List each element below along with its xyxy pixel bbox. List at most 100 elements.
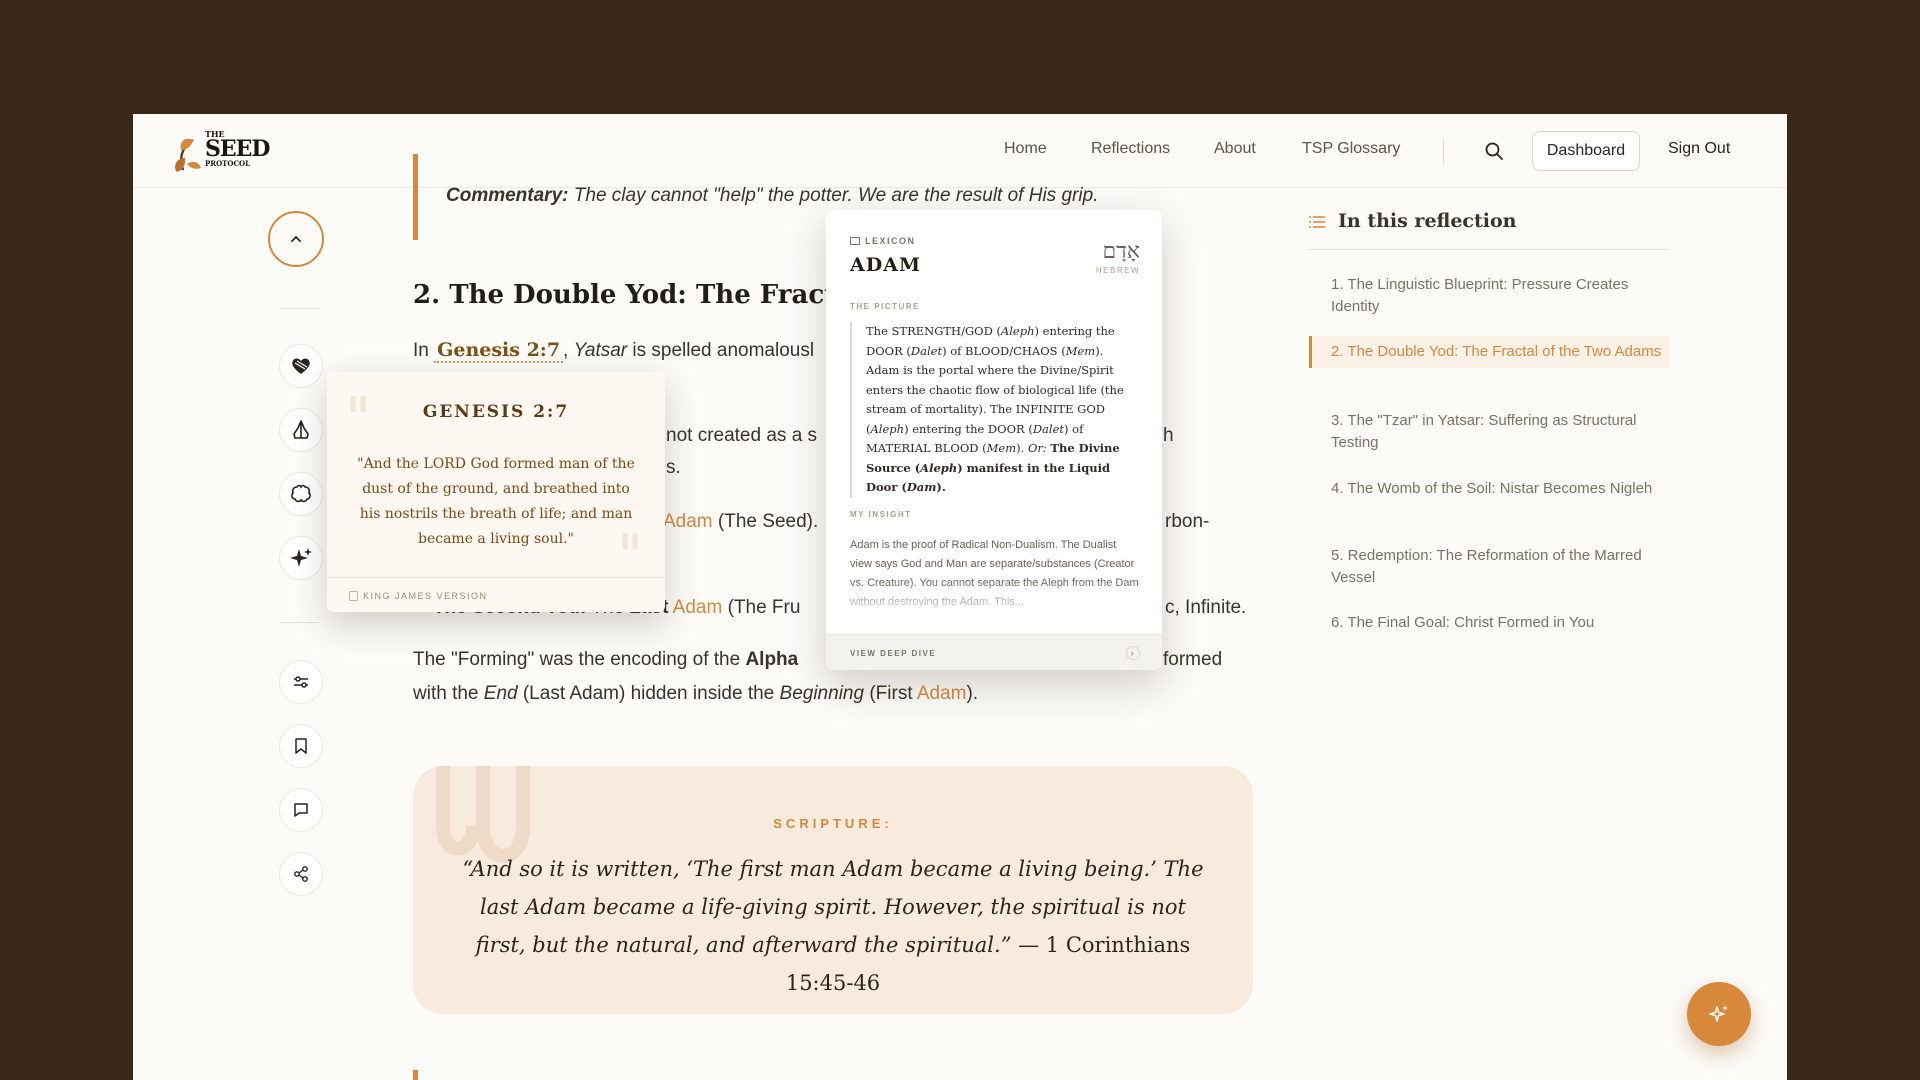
seed-protocol-logo[interactable]: THE SEED PROTOCOL [173, 128, 273, 174]
heart-icon [292, 358, 310, 374]
text: Yatsar [573, 340, 628, 361]
toc-divider [1309, 249, 1669, 250]
popup-verse-title: GENESIS 2:7 [422, 402, 570, 422]
next-quote-bar [413, 1070, 418, 1080]
text: Aleph [920, 460, 958, 475]
toc-item[interactable]: 5. Redemption: The Reformation of the Ma… [1309, 545, 1669, 589]
text: Beginning [779, 683, 865, 704]
text: Or: [1027, 441, 1047, 455]
text: Alpha [745, 649, 799, 670]
text: ) entering the DOOR ( [904, 421, 1033, 436]
text: (The Seed). [717, 511, 819, 532]
comment-button[interactable] [279, 788, 323, 832]
settings-button[interactable] [279, 660, 323, 704]
book-open-icon [850, 237, 860, 245]
hebrew-word: אָדָם [1102, 239, 1140, 264]
heart-reaction-button[interactable] [279, 344, 323, 388]
decorative-quote-mark-icon [622, 533, 638, 549]
toc-item[interactable]: 3. The "Tzar" in Yatsar: Suffering as St… [1309, 410, 1669, 454]
text: Dalet [1032, 421, 1064, 436]
popup-verse-text: "And the LORD God formed man of the dust… [357, 456, 635, 547]
lexicon-word: ADAM [850, 254, 921, 276]
bookmark-button[interactable] [279, 724, 323, 768]
text: ). [1016, 441, 1025, 455]
brain-icon [291, 484, 311, 503]
insight-reaction-button[interactable] [279, 472, 323, 516]
nav-reflections[interactable]: Reflections [1091, 140, 1170, 158]
text: ). [966, 683, 979, 704]
nav-tsp-glossary[interactable]: TSP Glossary [1302, 140, 1400, 158]
paragraph-line: formed [1163, 649, 1223, 670]
sparkle-icon [1709, 1005, 1728, 1022]
top-header: THE SEED PROTOCOL Home Reflections About… [133, 114, 1787, 188]
scripture-callout: SCRIPTURE: “And so it is written, ‘The f… [413, 766, 1253, 1014]
comment-icon [294, 803, 308, 817]
commentary-label: Commentary: [446, 185, 569, 206]
text: The "Forming" was the encoding of the [413, 649, 741, 670]
text: Mem [986, 441, 1017, 455]
adam-lexicon-link[interactable]: Adam [663, 511, 713, 532]
text: Aleph [1000, 324, 1035, 338]
adam-lexicon-link[interactable]: Adam [673, 597, 723, 618]
toc-item[interactable]: 6. The Final Goal: Christ Formed in You [1309, 612, 1669, 634]
logo-wordmark: THE SEED PROTOCOL [205, 130, 271, 167]
praying-hands-icon [293, 420, 309, 439]
adam-lexicon-link[interactable]: Adam [917, 683, 967, 704]
text: The STRENGTH/GOD ( [866, 324, 1001, 338]
text: ) of BLOOD/CHAOS ( [942, 343, 1066, 358]
sparkle-reaction-button[interactable] [279, 536, 323, 580]
lexicon-kicker-label: LEXICON [865, 236, 916, 246]
genesis-verse-popup: GENESIS 2:7 "And the LORD God formed man… [327, 372, 665, 612]
scripture-body: “And so it is written, ‘The first man Ad… [453, 850, 1213, 1002]
dashboard-button[interactable]: Dashboard [1532, 131, 1640, 171]
section-heading: 2. The Double Yod: The Fractal o [413, 280, 890, 310]
share-icon [294, 866, 308, 882]
toc-title: In this reflection [1338, 210, 1517, 232]
ai-assistant-button[interactable] [1687, 982, 1751, 1046]
logo-line-2: SEED [205, 136, 271, 162]
paragraph-line: Adam (The Seed). [663, 511, 818, 533]
list-icon [1309, 216, 1325, 228]
insight-fade [826, 580, 1162, 620]
text: End [483, 683, 518, 704]
picture-text: The STRENGTH/GOD (Aleph) entering the DO… [850, 322, 1140, 498]
search-icon [1485, 142, 1503, 160]
text: Aleph [870, 421, 905, 436]
commentary-quote-bar [413, 154, 418, 240]
toc-item[interactable]: 1. The Linguistic Blueprint: Pressure Cr… [1309, 274, 1669, 318]
sparkle-icon [290, 548, 312, 567]
text: , [563, 340, 569, 361]
paragraph-line: c, Infinite. [1165, 597, 1247, 618]
hebrew-label: HEBREW [1095, 266, 1140, 275]
chevron-right-icon: › [1126, 646, 1140, 660]
paragraph-line: rbon- [1165, 511, 1210, 532]
text: (First [869, 683, 913, 704]
pray-reaction-button[interactable] [279, 408, 323, 452]
text: (The Fru [727, 597, 801, 618]
header-divider [1443, 138, 1444, 164]
scripture-label: SCRIPTURE: [773, 816, 893, 831]
view-deep-dive-button[interactable]: VIEW DEEP DIVE › [826, 634, 1162, 670]
paragraph-line: with the End (Last Adam) hidden inside t… [413, 683, 978, 705]
view-deep-dive-label: VIEW DEEP DIVE [850, 649, 937, 658]
text: In [413, 340, 429, 361]
text: is spelled anomalousl [632, 340, 815, 361]
text: Mem [1065, 343, 1096, 358]
toc-item-active[interactable]: 2. The Double Yod: The Fractal of the Tw… [1309, 336, 1669, 368]
seed-sprout-icon [175, 138, 201, 172]
insight-label: MY INSIGHT [850, 510, 912, 519]
sliders-icon [294, 676, 308, 688]
text: Dalet [910, 343, 943, 358]
commentary-text: Commentary: The clay cannot "help" the p… [446, 185, 1098, 207]
scroll-top-button[interactable] [268, 211, 324, 267]
text: (Last Adam) hidden inside the [522, 683, 775, 704]
share-button[interactable] [279, 852, 323, 896]
search-button[interactable] [1483, 140, 1505, 162]
paragraph-line: s. [666, 457, 681, 478]
genesis-reference-link[interactable]: Genesis 2:7 [434, 339, 564, 363]
lexicon-popup: LEXICON ADAM אָדָם HEBREW THE PICTURE Th… [826, 210, 1162, 670]
sign-out-link[interactable]: Sign Out [1668, 140, 1730, 158]
nav-about[interactable]: About [1214, 140, 1256, 158]
toc-item[interactable]: 4. The Womb of the Soil: Nistar Becomes … [1309, 478, 1669, 500]
nav-home[interactable]: Home [1004, 140, 1047, 158]
